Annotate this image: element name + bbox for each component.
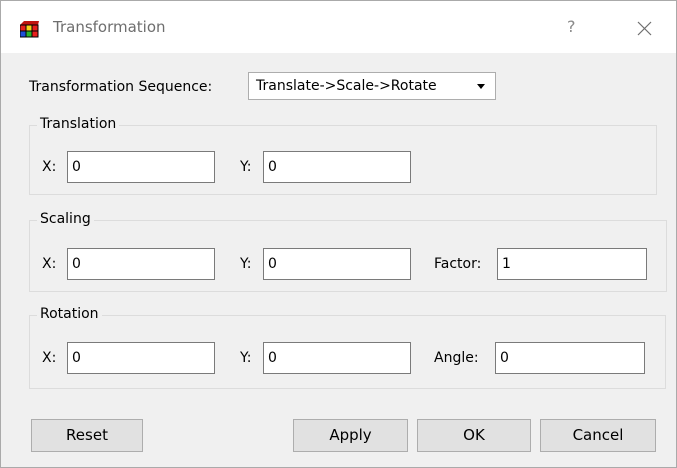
translation-title: Translation — [37, 116, 120, 132]
scaling-y-input[interactable]: 0 — [263, 248, 411, 280]
ok-button[interactable]: OK — [417, 419, 531, 452]
close-icon[interactable] — [637, 21, 652, 36]
scaling-title: Scaling — [37, 211, 94, 227]
translation-y-input[interactable]: 0 — [263, 151, 411, 183]
cancel-button[interactable]: Cancel — [540, 419, 656, 452]
scaling-factor-label: Factor: — [434, 256, 482, 272]
title-bar: Transformation ? — [1, 1, 676, 53]
translation-x-input[interactable]: 0 — [67, 151, 215, 183]
rotation-title: Rotation — [37, 306, 102, 322]
transformation-dialog: Transformation ? Transformation Sequence… — [0, 0, 677, 468]
cube-app-icon — [20, 21, 39, 38]
rotation-y-label: Y: — [240, 350, 252, 366]
rotation-angle-input[interactable]: 0 — [495, 342, 645, 374]
scaling-factor-input[interactable]: 1 — [497, 248, 647, 280]
sequence-label: Transformation Sequence: — [29, 79, 213, 95]
scaling-x-label: X: — [42, 256, 57, 272]
rotation-x-input[interactable]: 0 — [67, 342, 215, 374]
reset-button[interactable]: Reset — [31, 419, 143, 452]
chevron-down-icon — [477, 84, 485, 89]
rotation-y-input[interactable]: 0 — [263, 342, 411, 374]
sequence-dropdown[interactable]: Translate->Scale->Rotate — [248, 72, 496, 100]
window-title: Transformation — [53, 18, 166, 36]
scaling-x-input[interactable]: 0 — [67, 248, 215, 280]
sequence-selected-value: Translate->Scale->Rotate — [256, 78, 437, 94]
rotation-angle-label: Angle: — [434, 350, 479, 366]
help-button[interactable]: ? — [567, 17, 576, 36]
translation-y-label: Y: — [240, 159, 252, 175]
translation-x-label: X: — [42, 159, 57, 175]
rotation-x-label: X: — [42, 350, 57, 366]
scaling-y-label: Y: — [240, 256, 252, 272]
apply-button[interactable]: Apply — [293, 419, 408, 452]
